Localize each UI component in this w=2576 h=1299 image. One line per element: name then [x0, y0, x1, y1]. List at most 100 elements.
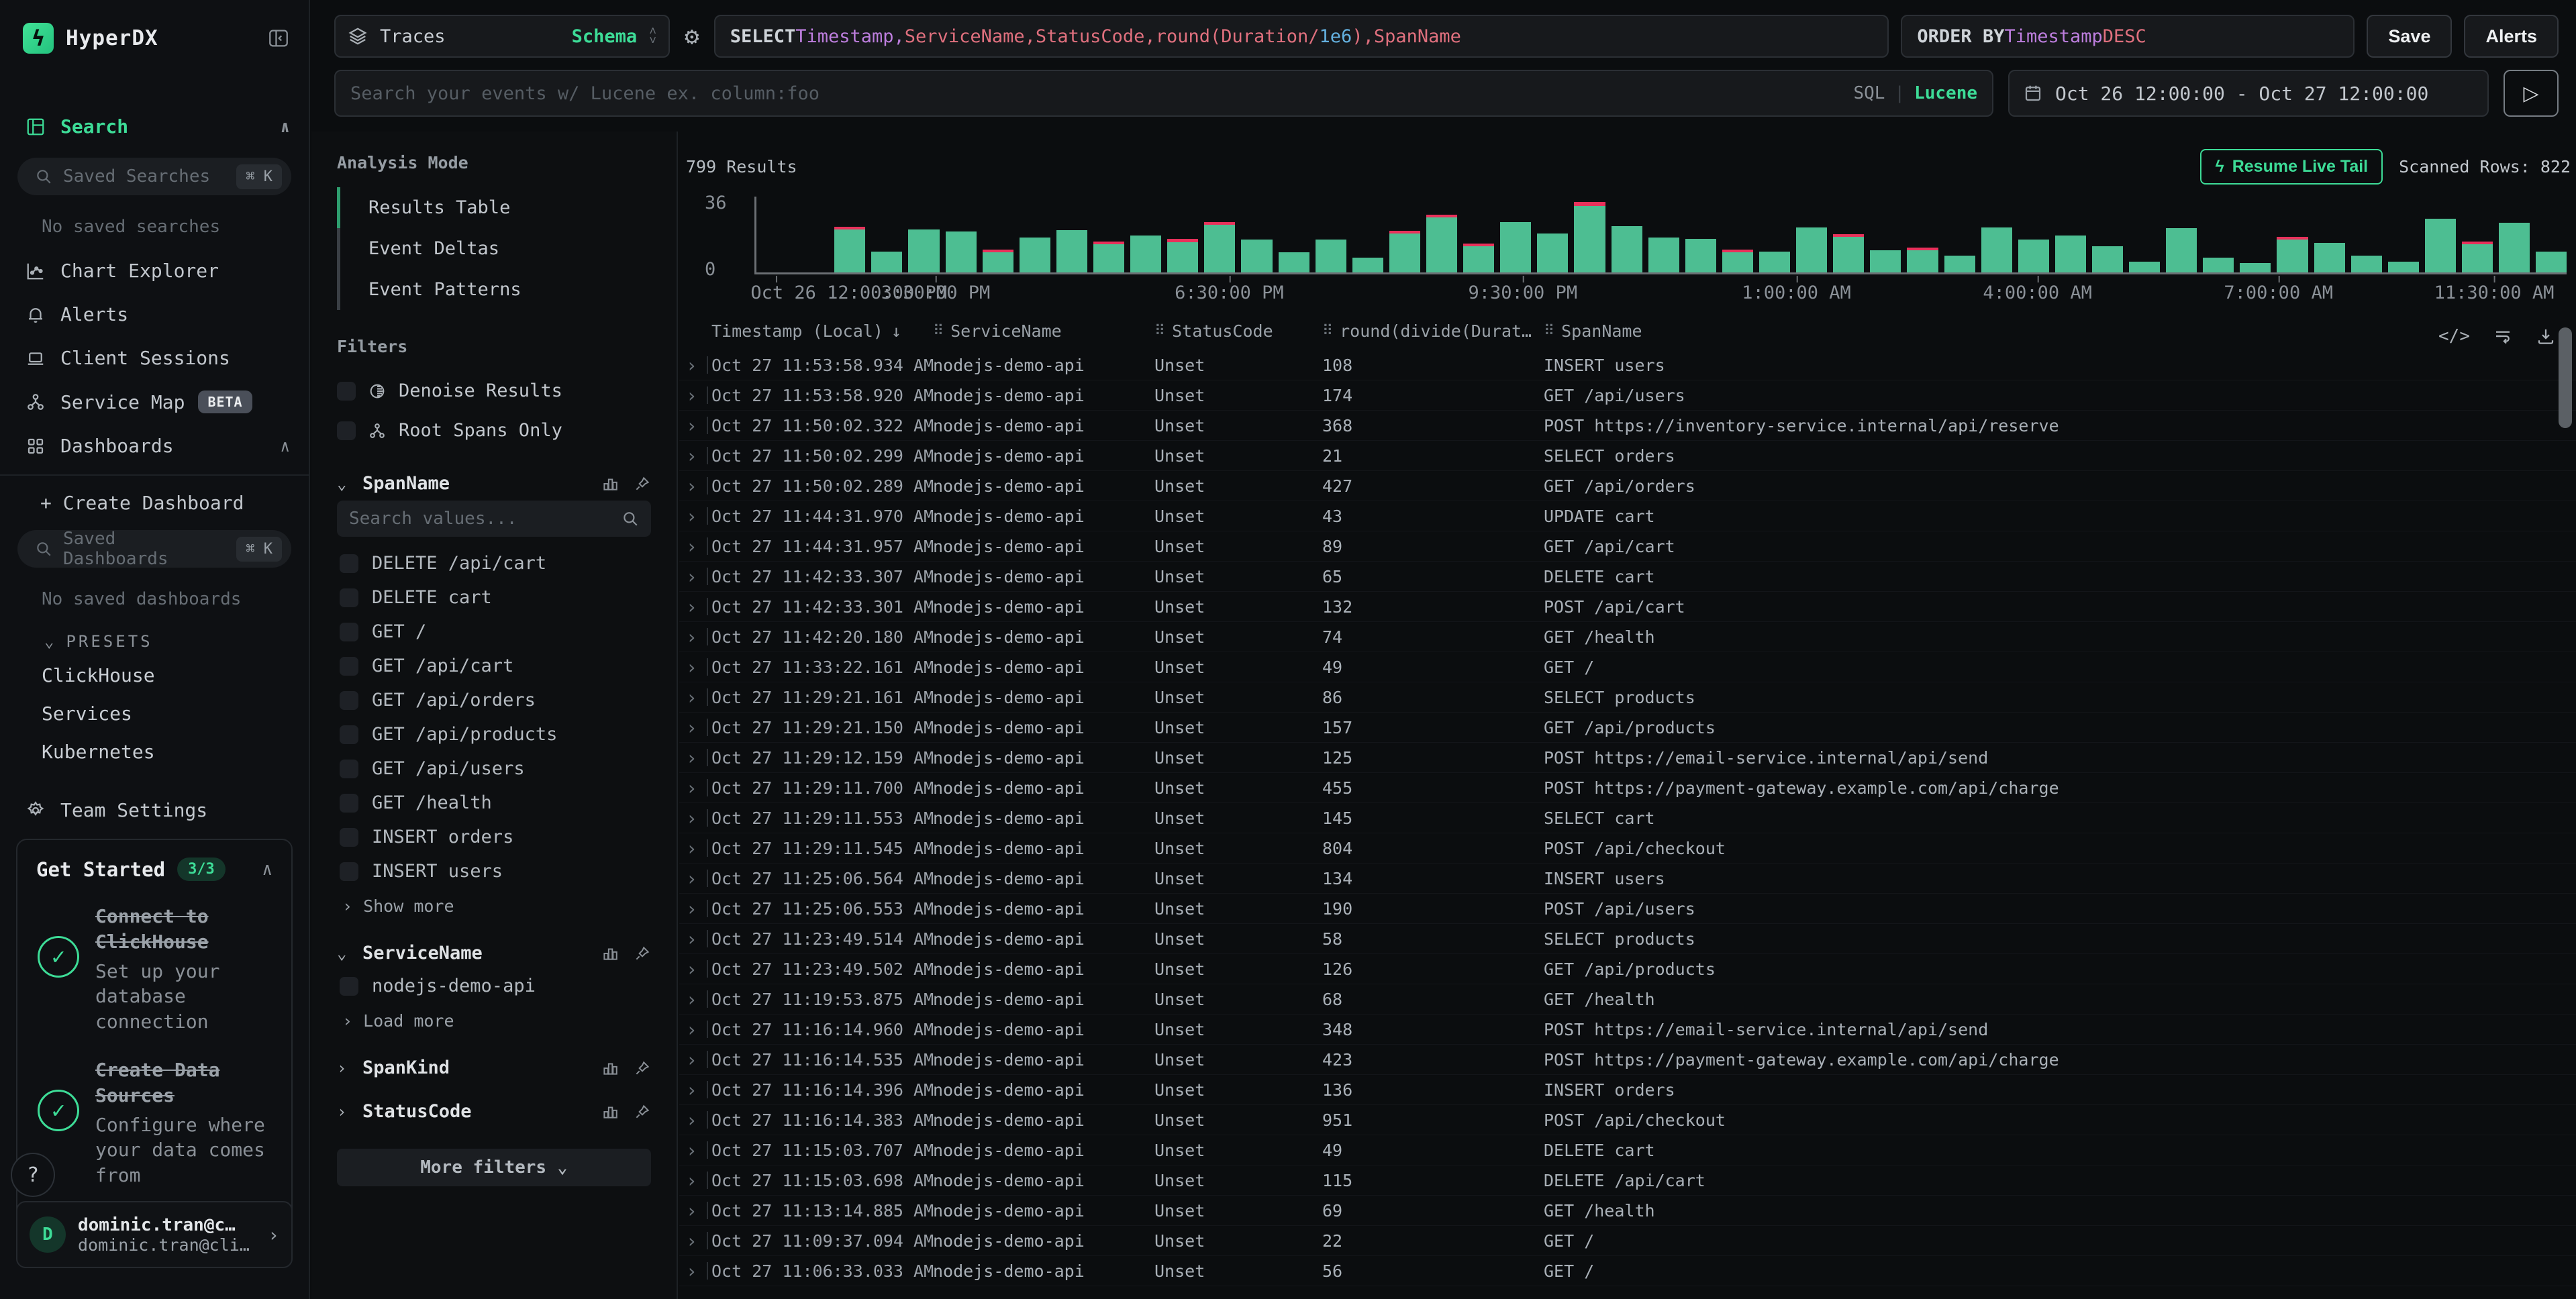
pin-icon[interactable]: [634, 475, 651, 492]
table-row[interactable]: › Oct 27 11:13:14.885 AM nodejs-demo-api…: [679, 1196, 2576, 1226]
filter-value-row[interactable]: INSERT orders: [337, 820, 651, 854]
sidebar-item-service-map[interactable]: Service Map BETA: [0, 380, 309, 424]
row-expand-icon[interactable]: ›: [686, 535, 697, 558]
drag-handle-icon[interactable]: ⠿: [1322, 323, 1332, 340]
table-row[interactable]: › Oct 27 11:16:14.396 AM nodejs-demo-api…: [679, 1075, 2576, 1105]
select-clause-input[interactable]: SELECT Timestamp,ServiceName,StatusCode,…: [714, 15, 1889, 58]
spanname-filter-header[interactable]: ⌄ SpanName: [337, 473, 651, 494]
row-expand-icon[interactable]: ›: [686, 837, 697, 860]
row-expand-icon[interactable]: ›: [686, 898, 697, 920]
date-range-picker[interactable]: Oct 26 12:00:00 - Oct 27 12:00:00: [2008, 70, 2489, 117]
table-row[interactable]: › Oct 27 11:42:33.301 AM nodejs-demo-api…: [679, 592, 2576, 622]
checkbox[interactable]: [340, 623, 358, 641]
table-row[interactable]: › Oct 27 11:19:53.875 AM nodejs-demo-api…: [679, 984, 2576, 1015]
more-filters-button[interactable]: More filters ⌄: [337, 1149, 651, 1186]
row-expand-icon[interactable]: ›: [686, 777, 697, 799]
checkbox[interactable]: [340, 554, 358, 573]
table-row[interactable]: › Oct 27 11:25:06.553 AM nodejs-demo-api…: [679, 894, 2576, 924]
row-expand-icon[interactable]: ›: [686, 1139, 697, 1161]
row-expand-icon[interactable]: ›: [686, 354, 697, 376]
table-row[interactable]: › Oct 27 11:16:14.535 AM nodejs-demo-api…: [679, 1045, 2576, 1075]
chevron-up-icon[interactable]: ∧: [281, 117, 290, 136]
code-view-icon[interactable]: </>: [2438, 326, 2470, 346]
source-settings-gear-icon[interactable]: ⚙: [685, 23, 699, 50]
table-row[interactable]: › Oct 27 11:29:11.545 AM nodejs-demo-api…: [679, 833, 2576, 864]
row-expand-icon[interactable]: ›: [686, 566, 697, 588]
resume-live-tail-button[interactable]: ϟ Resume Live Tail: [2200, 149, 2383, 185]
saved-dashboards-input[interactable]: Saved Dashboards ⌘ K: [17, 530, 291, 568]
row-expand-icon[interactable]: ›: [686, 505, 697, 527]
table-row[interactable]: › Oct 27 11:50:02.289 AM nodejs-demo-api…: [679, 471, 2576, 501]
column-header-spanname[interactable]: ⠿ SpanName: [1544, 321, 2576, 341]
drag-handle-icon[interactable]: ⠿: [933, 323, 942, 340]
orderby-clause-input[interactable]: ORDER BY Timestamp DESC: [1901, 15, 2355, 58]
table-row[interactable]: › Oct 27 11:53:58.934 AM nodejs-demo-api…: [679, 350, 2576, 380]
row-expand-icon[interactable]: ›: [686, 928, 697, 950]
chart-filter-icon[interactable]: [601, 1103, 619, 1121]
checkbox[interactable]: [340, 588, 358, 607]
sidebar-item-team-settings[interactable]: Team Settings: [0, 788, 309, 832]
mode-event-deltas[interactable]: Event Deltas: [337, 228, 651, 269]
histogram-bars[interactable]: [754, 197, 2567, 274]
mode-event-patterns[interactable]: Event Patterns: [337, 269, 651, 310]
chart-filter-icon[interactable]: [601, 1059, 619, 1077]
drag-handle-icon[interactable]: ⠿: [1154, 323, 1164, 340]
sidebar-item-dashboards[interactable]: Dashboards ∧: [0, 424, 309, 468]
run-query-button[interactable]: ▷: [2504, 70, 2559, 117]
table-row[interactable]: › Oct 27 11:33:22.161 AM nodejs-demo-api…: [679, 652, 2576, 682]
alerts-button[interactable]: Alerts: [2464, 15, 2559, 58]
row-expand-icon[interactable]: ›: [686, 868, 697, 890]
filter-value-row[interactable]: nodejs-demo-api: [337, 969, 651, 1003]
row-expand-icon[interactable]: ›: [686, 1170, 697, 1192]
row-expand-icon[interactable]: ›: [686, 415, 697, 437]
download-icon[interactable]: [2536, 326, 2556, 346]
pin-icon[interactable]: [634, 1059, 651, 1077]
filter-value-row[interactable]: GET /health: [337, 786, 651, 820]
row-expand-icon[interactable]: ›: [686, 475, 697, 497]
help-button[interactable]: ?: [11, 1153, 55, 1197]
preset-item[interactable]: ClickHouse: [0, 656, 309, 694]
preset-item[interactable]: Services: [0, 694, 309, 733]
checkbox[interactable]: [337, 382, 356, 401]
denoise-results-toggle[interactable]: Denoise Results: [337, 371, 651, 411]
table-row[interactable]: › Oct 27 11:50:02.299 AM nodejs-demo-api…: [679, 441, 2576, 471]
row-expand-icon[interactable]: ›: [686, 686, 697, 709]
event-search-input[interactable]: Search your events w/ Lucene ex. column:…: [334, 70, 1993, 117]
spanname-show-more[interactable]: › Show more: [337, 888, 651, 920]
pin-icon[interactable]: [634, 945, 651, 962]
checkbox[interactable]: [340, 862, 358, 881]
table-row[interactable]: › Oct 27 11:44:31.957 AM nodejs-demo-api…: [679, 531, 2576, 562]
table-row[interactable]: › Oct 27 11:15:03.707 AM nodejs-demo-api…: [679, 1135, 2576, 1165]
pin-icon[interactable]: [634, 1103, 651, 1121]
filter-value-row[interactable]: GET /api/products: [337, 717, 651, 751]
checkbox[interactable]: [337, 421, 356, 440]
table-row[interactable]: › Oct 27 11:25:06.564 AM nodejs-demo-api…: [679, 864, 2576, 894]
row-expand-icon[interactable]: ›: [686, 1019, 697, 1041]
source-select[interactable]: Traces Schema ˄˅: [334, 15, 670, 58]
checkbox[interactable]: [340, 794, 358, 813]
table-row[interactable]: › Oct 27 11:42:33.307 AM nodejs-demo-api…: [679, 562, 2576, 592]
get-started-item[interactable]: ✓ Connect to ClickHouse Set up your data…: [36, 904, 273, 1035]
sort-desc-icon[interactable]: ↓: [891, 321, 901, 341]
column-header-timestamp[interactable]: Timestamp (Local) ↓: [711, 321, 933, 341]
table-row[interactable]: › Oct 27 11:15:03.698 AM nodejs-demo-api…: [679, 1165, 2576, 1196]
table-row[interactable]: › Oct 27 11:29:12.159 AM nodejs-demo-api…: [679, 743, 2576, 773]
table-row[interactable]: › Oct 27 11:06:33.033 AM nodejs-demo-api…: [679, 1256, 2576, 1286]
chart-filter-icon[interactable]: [601, 475, 619, 492]
checkbox[interactable]: [340, 977, 358, 996]
row-expand-icon[interactable]: ›: [686, 747, 697, 769]
filter-value-row[interactable]: DELETE /api/cart: [337, 546, 651, 580]
column-header-servicename[interactable]: ⠿ ServiceName: [933, 321, 1154, 341]
table-row[interactable]: › Oct 27 11:16:14.383 AM nodejs-demo-api…: [679, 1105, 2576, 1135]
table-row[interactable]: › Oct 27 11:29:21.161 AM nodejs-demo-api…: [679, 682, 2576, 713]
checkbox[interactable]: [340, 725, 358, 744]
get-started-item[interactable]: ✓ Create Data Sources Configure where yo…: [36, 1057, 273, 1188]
filter-value-row[interactable]: GET /api/users: [337, 751, 651, 786]
sidebar-item-chart-explorer[interactable]: Chart Explorer: [0, 249, 309, 293]
row-expand-icon[interactable]: ›: [686, 596, 697, 618]
row-expand-icon[interactable]: ›: [686, 445, 697, 467]
table-row[interactable]: › Oct 27 11:50:02.322 AM nodejs-demo-api…: [679, 411, 2576, 441]
row-expand-icon[interactable]: ›: [686, 384, 697, 407]
table-row[interactable]: › Oct 27 11:16:14.960 AM nodejs-demo-api…: [679, 1015, 2576, 1045]
row-expand-icon[interactable]: ›: [686, 626, 697, 648]
